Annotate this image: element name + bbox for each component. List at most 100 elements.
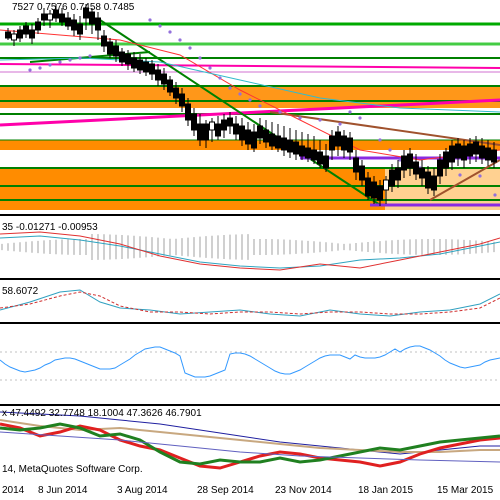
bearish-candle: [41, 13, 47, 21]
parabolic-sar-dot: [148, 18, 152, 22]
bearish-candle: [455, 143, 461, 159]
parabolic-sar-dot: [198, 56, 202, 60]
stochastic-pane[interactable]: 58.6072: [0, 280, 500, 322]
parabolic-sar-dot: [318, 118, 322, 122]
bearish-candle: [239, 125, 245, 141]
bearish-candle: [59, 13, 65, 23]
bearish-candle: [215, 123, 221, 137]
bearish-candle: [203, 123, 209, 141]
oscillator-canvas: [0, 345, 500, 381]
bearish-candle: [23, 25, 29, 35]
bearish-candle: [365, 177, 371, 197]
bearish-candle: [389, 169, 395, 187]
main-price-pane[interactable]: 7527 0.7576 0.7458 0.7485: [0, 0, 500, 214]
bearish-candle: [419, 167, 425, 179]
parabolic-sar-dot: [208, 66, 212, 70]
bearish-candle: [329, 135, 335, 151]
adxr-line: [0, 419, 500, 453]
parabolic-sar-dot: [248, 98, 252, 102]
bearish-candle: [233, 123, 239, 135]
bullish-candle: [383, 179, 389, 191]
bullish-candle: [11, 33, 17, 41]
bearish-candle: [197, 123, 203, 141]
parabolic-sar-dot: [238, 92, 242, 96]
bearish-candle: [347, 137, 353, 153]
copyright-text: 14, MetaQuotes Software Corp.: [2, 464, 143, 475]
bearish-candle: [353, 157, 359, 173]
bearish-candle: [287, 139, 293, 153]
bearish-candle: [119, 51, 125, 63]
bearish-candle: [257, 125, 263, 139]
time-axis: 2014 8 Jun 2014 3 Aug 2014 28 Sep 2014 2…: [0, 482, 500, 500]
bearish-candle: [293, 141, 299, 155]
oscillator-pane[interactable]: [0, 324, 500, 404]
bullish-candle: [47, 13, 53, 21]
bearish-candle: [305, 147, 311, 159]
parabolic-sar-dot: [88, 54, 92, 58]
bearish-candle: [299, 145, 305, 157]
bearish-candle: [71, 19, 77, 31]
parabolic-sar-dot: [478, 174, 482, 178]
parabolic-sar-dot: [493, 193, 497, 197]
x-tick-label: 8 Jun 2014: [38, 485, 88, 496]
bearish-candle: [29, 29, 35, 39]
bearish-candle: [95, 17, 101, 31]
bearish-candle: [227, 117, 233, 127]
x-tick-label: 3 Aug 2014: [117, 485, 168, 496]
bearish-candle: [185, 103, 191, 121]
macd-readout: 35 -0.01271 -0.00953: [2, 222, 98, 233]
parabolic-sar-dot: [28, 68, 32, 72]
bearish-candle: [101, 35, 107, 47]
parabolic-sar-dot: [378, 138, 382, 142]
parabolic-sar-dot: [358, 116, 362, 120]
macd-main-line: [0, 231, 500, 271]
bearish-candle: [281, 137, 287, 151]
bearish-candle: [479, 145, 485, 159]
stochastic-readout: 58.6072: [2, 286, 39, 297]
bearish-candle: [485, 147, 491, 161]
bearish-candle: [317, 151, 323, 165]
macd-signal-line: [0, 235, 500, 269]
bearish-candle: [113, 45, 119, 57]
macd-pane[interactable]: 35 -0.01271 -0.00953: [0, 216, 500, 278]
bearish-candle: [467, 143, 473, 157]
bearish-candle: [263, 129, 269, 143]
stochastic-canvas: [0, 289, 500, 317]
bearish-candle: [155, 69, 161, 81]
bearish-candle: [437, 159, 443, 177]
dmi-pane[interactable]: x 47.4492 32.7748 18.1004 47.3626 46.790…: [0, 406, 500, 482]
price-chart-canvas[interactable]: [0, 0, 500, 214]
magenta-level-line: [0, 63, 500, 69]
parabolic-sar-dot: [38, 66, 42, 70]
bearish-candle: [461, 145, 467, 161]
parabolic-sar-dot: [68, 58, 72, 62]
parabolic-sar-dot: [48, 63, 52, 67]
parabolic-sar-dot: [178, 38, 182, 42]
x-tick-label: 15 Mar 2015: [437, 485, 494, 496]
ohlc-readout: 7527 0.7576 0.7458 0.7485: [12, 2, 135, 13]
bearish-candle: [5, 31, 11, 39]
bearish-candle: [401, 155, 407, 171]
bearish-candle: [413, 161, 419, 175]
bearish-candle: [323, 155, 329, 169]
bearish-candle: [149, 63, 155, 75]
bearish-candle: [275, 135, 281, 149]
bearish-candle: [431, 175, 437, 191]
bearish-candle: [473, 141, 479, 155]
parabolic-sar-dot: [458, 173, 462, 177]
parabolic-sar-dot: [58, 60, 62, 64]
bearish-candle: [443, 151, 449, 169]
bearish-candle: [377, 185, 383, 201]
bearish-candle: [221, 119, 227, 131]
bearish-candle: [77, 23, 83, 35]
parabolic-sar-dot: [388, 148, 392, 152]
bearish-candle: [131, 57, 137, 69]
bearish-candle: [425, 171, 431, 189]
bearish-candle: [395, 167, 401, 181]
parabolic-sar-dot: [158, 24, 162, 28]
bearish-candle: [179, 93, 185, 107]
bearish-candle: [35, 21, 41, 31]
x-tick-label: 28 Sep 2014: [197, 485, 254, 496]
bearish-candle: [311, 149, 317, 161]
parabolic-sar-dot: [228, 86, 232, 90]
